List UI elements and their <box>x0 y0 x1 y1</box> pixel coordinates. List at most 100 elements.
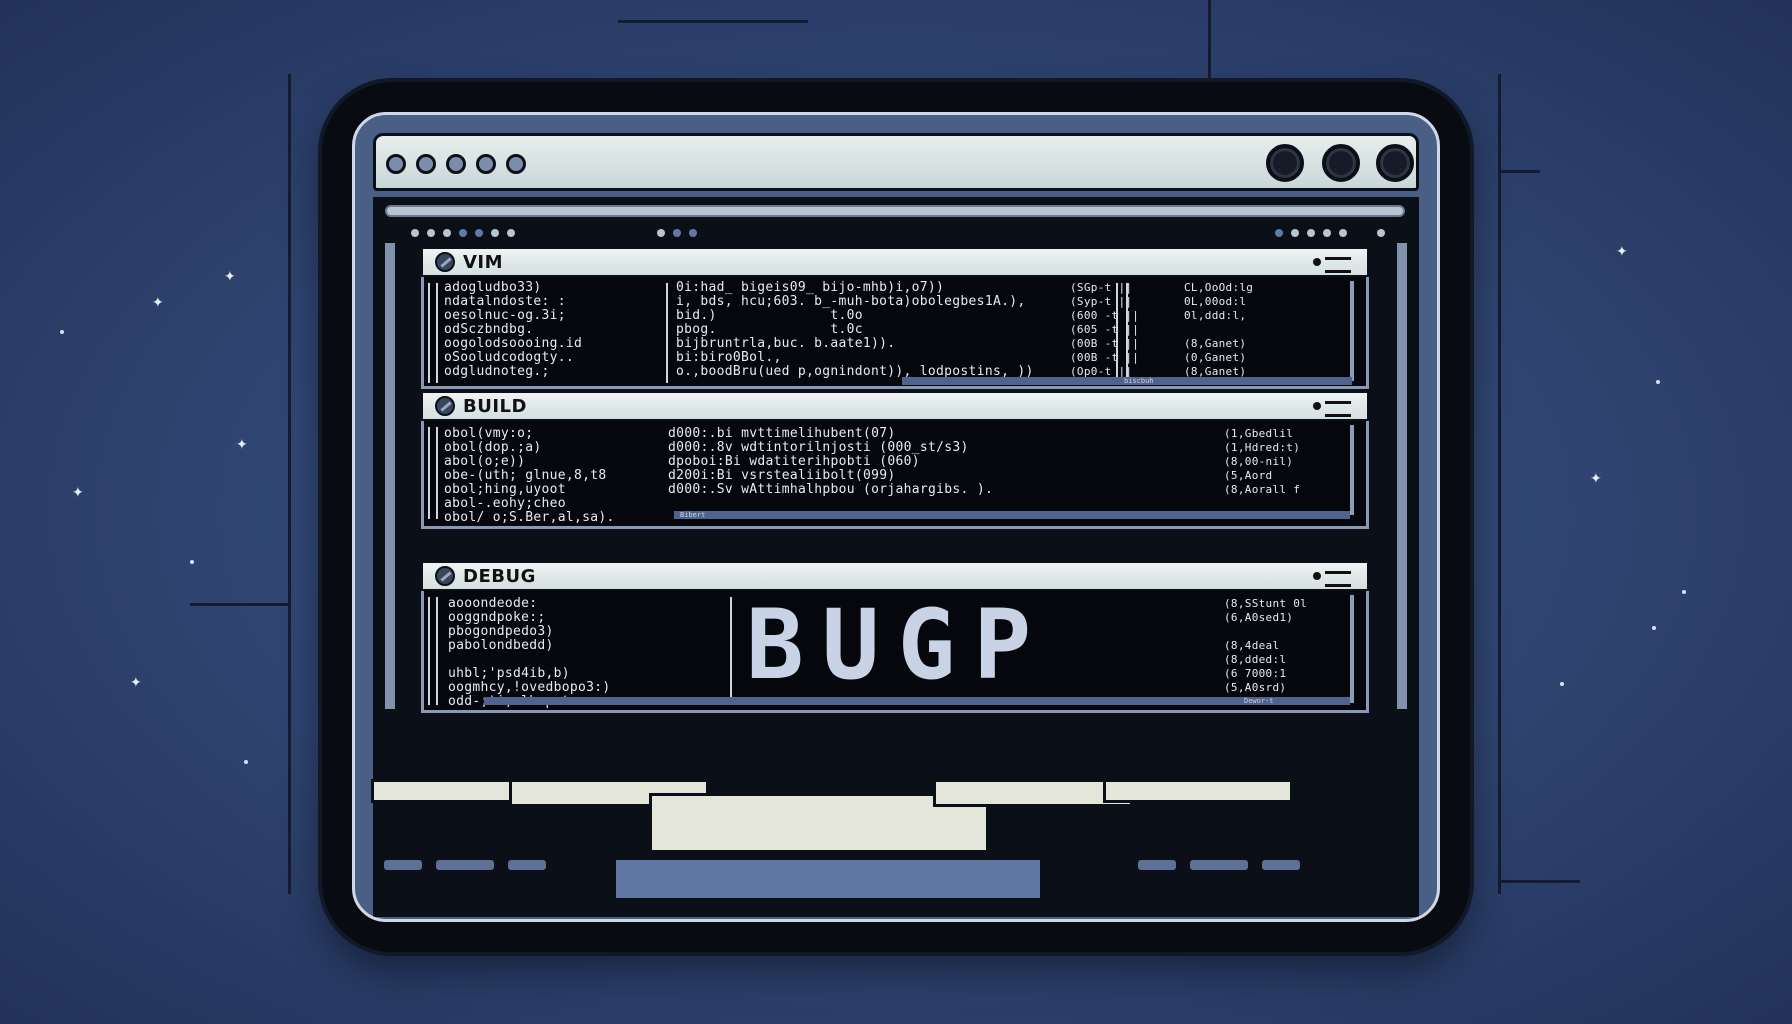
status-line <box>674 511 1350 519</box>
code-line: odgludnoteg.; <box>444 364 550 379</box>
gutter-line <box>436 283 438 383</box>
left-scrollbar[interactable] <box>383 241 397 711</box>
menu-icon[interactable] <box>1313 571 1353 587</box>
key[interactable] <box>505 857 549 873</box>
code-line: obol/ o;S.Ber,al,sa). <box>444 510 615 525</box>
tab-indicator[interactable] <box>475 229 483 237</box>
menu-icon[interactable] <box>1313 401 1353 417</box>
code-line: oogmhcy,!ovedbopo3:) <box>448 680 611 695</box>
window-dot-icon[interactable] <box>476 154 496 174</box>
panel-title: VIM <box>463 251 504 273</box>
tab-indicator[interactable] <box>507 229 515 237</box>
status-text: Bibert <box>680 511 706 519</box>
code-line: oogolodsoooing.id <box>444 336 583 351</box>
code-line: pbogondpedo3) <box>448 624 554 639</box>
bg-circuit-line <box>1498 74 1501 894</box>
key[interactable] <box>381 857 425 873</box>
window-dot-icon[interactable] <box>506 154 526 174</box>
bg-circuit-line <box>190 603 290 606</box>
bg-circuit-line <box>618 20 808 23</box>
key[interactable] <box>1135 857 1179 873</box>
window-dot-icon[interactable] <box>446 154 466 174</box>
star-dot <box>244 760 248 764</box>
code-line: 0l,ddd:l, <box>1184 309 1247 322</box>
code-line: obol(vmy:o; <box>444 426 534 441</box>
code-line: obol;hing,uyoot <box>444 482 566 497</box>
page-indicator[interactable] <box>673 229 681 237</box>
menu-icon[interactable] <box>1313 257 1353 273</box>
code-line: odSczbndbg. <box>444 322 534 337</box>
gutter-line <box>428 597 430 705</box>
page-indicator[interactable] <box>689 229 697 237</box>
star-icon: ✦ <box>1616 244 1628 260</box>
tab-indicator[interactable] <box>1291 229 1299 237</box>
tab-indicator[interactable] <box>1275 229 1283 237</box>
code-line: (0,Ganet) <box>1184 351 1247 364</box>
star-dot <box>1682 590 1686 594</box>
bg-circuit-line <box>1500 170 1540 173</box>
code-line: i, bds, hcu;603. b_-muh-bota)obolegbes1A… <box>676 294 1026 309</box>
bg-circuit-line <box>1208 0 1211 82</box>
bg-circuit-line <box>1500 880 1580 883</box>
code-line: abol-.eohy;cheo <box>444 496 566 511</box>
code-line: oSooludcodogty.. <box>444 350 575 365</box>
code-line: (8,SStunt 0l <box>1224 597 1308 610</box>
gutter-line <box>666 283 668 383</box>
code-line: d000:.bi mvttimelihubent(07) <box>668 426 896 441</box>
tab-indicator[interactable] <box>443 229 451 237</box>
code-line: bid.) t.0o <box>676 308 863 323</box>
code-line: oesolnuc-og.3i; <box>444 308 566 323</box>
panel-header-debug[interactable]: DEBUG <box>421 561 1369 591</box>
tab-indicator[interactable] <box>427 229 435 237</box>
title-bar <box>373 133 1419 191</box>
code-line: (8,4deal <box>1224 639 1280 652</box>
scrollbar-thumb[interactable] <box>1350 425 1354 515</box>
terminal-icon <box>435 566 455 586</box>
maximize-button[interactable] <box>1322 144 1360 182</box>
tab-indicator[interactable] <box>1307 229 1315 237</box>
minimize-button[interactable] <box>1266 144 1304 182</box>
address-bar[interactable] <box>385 205 1405 217</box>
right-scrollbar[interactable] <box>1395 241 1409 711</box>
window-dot-icon[interactable] <box>386 154 406 174</box>
code-line: (1,Hdred:t) <box>1224 441 1301 454</box>
code-line: (5,Aord <box>1224 469 1273 482</box>
debug-ascii-art: BUGP <box>746 589 1050 701</box>
tab-indicator[interactable] <box>459 229 467 237</box>
panel-body-debug: aooondeode: ooggndpoke:; pbogondpedo3) p… <box>421 591 1369 713</box>
tab-indicator[interactable] <box>1323 229 1331 237</box>
tab-indicator[interactable] <box>491 229 499 237</box>
star-dot <box>1652 626 1656 630</box>
code-line: (00B -t || <box>1070 351 1140 364</box>
panel-header-vim[interactable]: VIM <box>421 247 1369 277</box>
gutter-line <box>428 427 430 519</box>
window-dot-icon[interactable] <box>416 154 436 174</box>
star-icon: ✦ <box>130 675 142 691</box>
code-line: (6 7000:1 <box>1224 667 1287 680</box>
scrollbar-thumb[interactable] <box>1350 281 1354 381</box>
key[interactable] <box>433 857 497 873</box>
key[interactable] <box>1259 857 1303 873</box>
code-line: 0i:had_ bigeis09_ bijo-mhb)i,o7)) <box>676 280 945 295</box>
tab-indicator[interactable] <box>411 229 419 237</box>
close-button[interactable] <box>1376 144 1414 182</box>
code-line: (8,dded:l <box>1224 653 1287 666</box>
code-line: pabolondbedd) <box>448 638 554 653</box>
code-line: (SGp-t || <box>1070 281 1133 294</box>
key[interactable] <box>1187 857 1251 873</box>
star-dot <box>60 330 64 334</box>
page-indicator[interactable] <box>657 229 665 237</box>
scrollbar-thumb[interactable] <box>1350 595 1354 703</box>
panel-header-build[interactable]: BUILD <box>421 391 1369 421</box>
shelf-right <box>1103 779 1293 803</box>
code-line: uhbl;'psd4ib,b) <box>448 666 570 681</box>
tab-indicator[interactable] <box>1339 229 1347 237</box>
terminal-window: VIM adogludbo33) ndatalndoste: : oesolnu… <box>352 112 1440 922</box>
code-line: (5,A0srd) <box>1224 681 1287 694</box>
terminal-content: VIM adogludbo33) ndatalndoste: : oesolnu… <box>371 197 1419 917</box>
tab-indicator[interactable] <box>1377 229 1385 237</box>
code-line: (1,Gbedlil <box>1224 427 1294 440</box>
code-line: ndatalndoste: : <box>444 294 566 309</box>
gutter-line <box>428 283 430 383</box>
star-dot <box>190 560 194 564</box>
